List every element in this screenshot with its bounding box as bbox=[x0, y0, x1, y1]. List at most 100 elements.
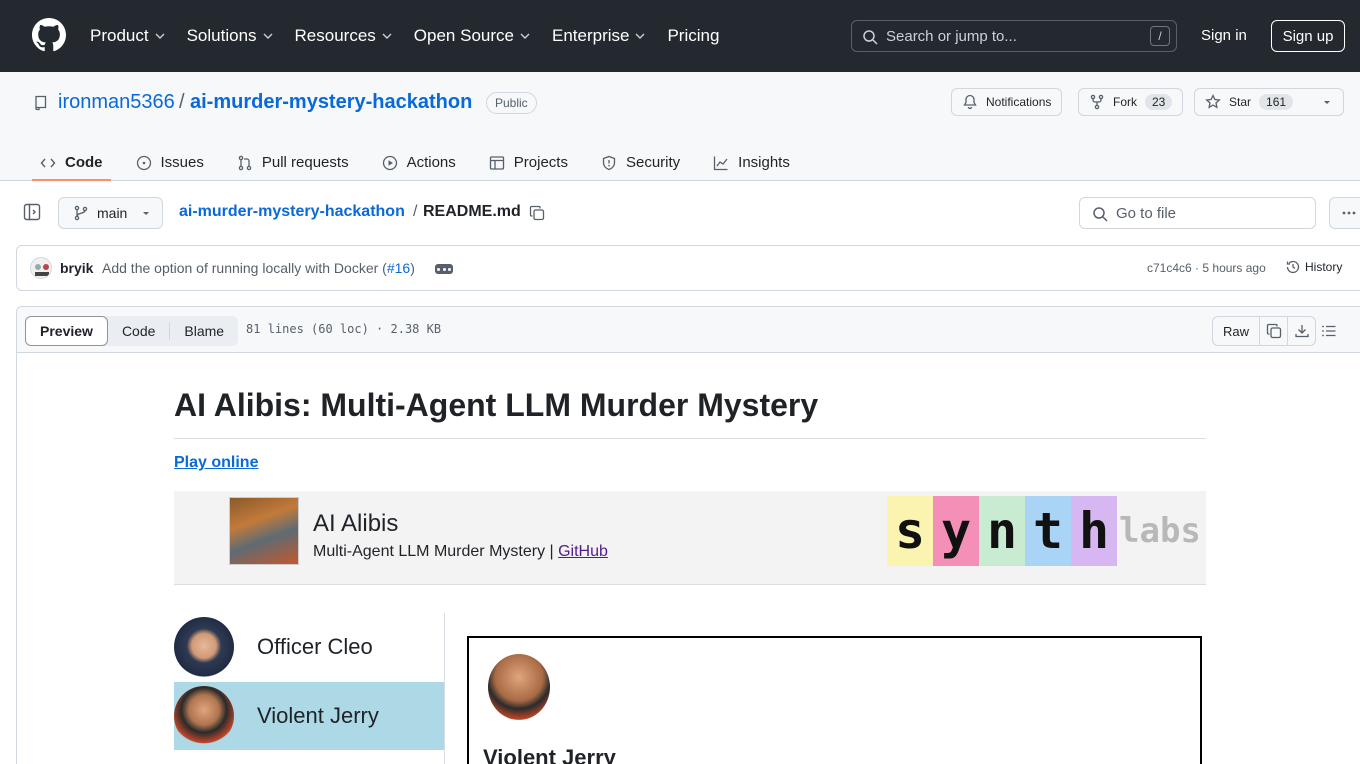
fork-count: 23 bbox=[1145, 94, 1173, 110]
view-mode-segmented-control: Preview Code Blame bbox=[25, 316, 239, 346]
nav-solutions-label: Solutions bbox=[186, 26, 257, 45]
github-logo-icon[interactable] bbox=[32, 18, 66, 52]
chevron-down-icon bbox=[520, 33, 530, 39]
tab-projects-label: Projects bbox=[513, 154, 568, 171]
tab-pull-requests[interactable]: Pull requests bbox=[229, 144, 357, 181]
search-input[interactable]: Search or jump to... / bbox=[851, 20, 1177, 52]
branch-selector[interactable]: main bbox=[58, 197, 163, 229]
tab-code[interactable]: Code bbox=[32, 144, 111, 181]
banner-subtitle-text: Multi-Agent LLM Murder Mystery | bbox=[313, 543, 559, 560]
commit-message[interactable]: Add the option of running locally with D… bbox=[102, 260, 415, 276]
graph-icon bbox=[714, 156, 728, 170]
avatar[interactable] bbox=[30, 257, 52, 279]
branch-icon bbox=[74, 205, 88, 221]
search-icon bbox=[1093, 207, 1108, 222]
star-count: 161 bbox=[1259, 94, 1294, 110]
history-icon bbox=[1286, 260, 1300, 274]
tab-actions[interactable]: Actions bbox=[374, 144, 464, 181]
nav-product[interactable]: Product bbox=[90, 26, 165, 46]
go-to-file-input[interactable]: Go to file bbox=[1079, 197, 1316, 229]
character-item-officer-cleo[interactable]: Officer Cleo bbox=[174, 613, 444, 681]
commit-sha[interactable]: c71c4c6 · 5 hours ago bbox=[1147, 261, 1266, 275]
download-button[interactable] bbox=[1288, 316, 1317, 346]
repo-path-separator: / bbox=[179, 91, 185, 113]
nav-enterprise[interactable]: Enterprise bbox=[552, 26, 645, 46]
commit-time: 5 hours ago bbox=[1202, 261, 1266, 275]
code-tab[interactable]: Code bbox=[108, 316, 169, 346]
logo-letter: y bbox=[933, 496, 979, 566]
logo-letter: s bbox=[887, 496, 933, 566]
file-info: 81 lines (60 loc) · 2.38 KB bbox=[246, 322, 442, 336]
blame-tab[interactable]: Blame bbox=[170, 316, 238, 346]
character-name: Violent Jerry bbox=[257, 703, 379, 728]
commit-pr-link[interactable]: #16 bbox=[387, 260, 410, 276]
copy-raw-button[interactable] bbox=[1260, 316, 1289, 346]
fork-button[interactable]: Fork 23 bbox=[1078, 88, 1184, 116]
repo-icon bbox=[35, 95, 47, 111]
caret-down-icon bbox=[1323, 101, 1330, 104]
tab-issues[interactable]: Issues bbox=[128, 144, 212, 181]
fork-icon bbox=[1090, 94, 1104, 110]
breadcrumb-repo-link[interactable]: ai-murder-mystery-hackathon bbox=[179, 203, 405, 221]
chevron-down-icon bbox=[635, 33, 645, 39]
latest-commit-bar: bryik Add the option of running locally … bbox=[16, 245, 1360, 291]
tab-security-label: Security bbox=[625, 154, 681, 171]
global-header: Product Solutions Resources Open Source … bbox=[0, 0, 1360, 72]
star-list-dropdown[interactable] bbox=[1310, 88, 1344, 116]
commit-separator: · bbox=[1195, 261, 1200, 275]
repo-owner-link[interactable]: ironman5366 bbox=[58, 91, 175, 114]
character-detail-name: Violent Jerry bbox=[483, 745, 616, 764]
outline-list-icon[interactable] bbox=[1321, 323, 1337, 339]
banner-subtitle: Multi-Agent LLM Murder Mystery | GitHub bbox=[313, 543, 608, 561]
avatar bbox=[488, 654, 550, 720]
chevron-down-icon bbox=[382, 33, 392, 39]
visibility-badge: Public bbox=[486, 92, 537, 114]
search-icon bbox=[863, 30, 878, 45]
logo-letter: t bbox=[1025, 496, 1071, 566]
raw-button[interactable]: Raw bbox=[1212, 316, 1261, 346]
table-icon bbox=[489, 155, 504, 170]
sidebar-toggle-icon[interactable] bbox=[23, 203, 41, 221]
commit-sha-value: c71c4c6 bbox=[1147, 261, 1192, 275]
chevron-down-icon bbox=[155, 33, 165, 39]
tab-projects[interactable]: Projects bbox=[481, 144, 576, 181]
nav-pricing[interactable]: Pricing bbox=[667, 26, 719, 46]
expand-commit-message-button[interactable] bbox=[435, 264, 453, 274]
go-to-file-placeholder: Go to file bbox=[1116, 204, 1177, 222]
tab-issues-label: Issues bbox=[160, 154, 204, 171]
notifications-button[interactable]: Notifications bbox=[951, 88, 1063, 116]
character-item-violent-jerry[interactable]: Violent Jerry bbox=[174, 682, 444, 750]
repo-name-link[interactable]: ai-murder-mystery-hackathon bbox=[190, 91, 472, 114]
breadcrumb-separator: / bbox=[413, 203, 418, 220]
commit-author[interactable]: bryik bbox=[60, 260, 93, 276]
star-button[interactable]: Star 161 bbox=[1194, 88, 1311, 116]
sign-in-link[interactable]: Sign in bbox=[1201, 27, 1247, 44]
nav-solutions[interactable]: Solutions bbox=[187, 26, 273, 46]
tab-security[interactable]: Security bbox=[593, 144, 688, 181]
preview-tab[interactable]: Preview bbox=[25, 316, 108, 346]
sign-up-button[interactable]: Sign up bbox=[1271, 20, 1345, 52]
commit-message-text: Add the option of running locally with D… bbox=[102, 260, 387, 276]
nav-product-label: Product bbox=[90, 26, 149, 45]
star-label: Star bbox=[1229, 95, 1252, 109]
search-shortcut-key: / bbox=[1150, 26, 1170, 46]
chevron-down-icon bbox=[263, 33, 273, 39]
file-toolbar: Preview Code Blame 81 lines (60 loc) · 2… bbox=[17, 307, 1360, 353]
commit-message-suffix: ) bbox=[410, 260, 415, 276]
code-icon bbox=[40, 158, 56, 167]
file-actions: Raw bbox=[1212, 316, 1317, 346]
play-online-link[interactable]: Play online bbox=[174, 454, 258, 472]
notifications-label: Notifications bbox=[986, 95, 1052, 109]
copy-path-icon[interactable] bbox=[529, 205, 545, 221]
history-button[interactable]: History bbox=[1285, 259, 1342, 275]
banner-title: AI Alibis bbox=[313, 510, 399, 537]
nav-open-source[interactable]: Open Source bbox=[414, 26, 530, 46]
tab-insights[interactable]: Insights bbox=[705, 144, 798, 181]
character-list: Officer Cleo Violent Jerry bbox=[174, 613, 445, 764]
nav-open-source-label: Open Source bbox=[413, 26, 514, 45]
more-options-button[interactable] bbox=[1329, 197, 1360, 229]
breadcrumb-file: README.md bbox=[423, 203, 521, 220]
nav-resources[interactable]: Resources bbox=[295, 26, 392, 46]
banner-github-link[interactable]: GitHub bbox=[558, 543, 608, 560]
nav-resources-label: Resources bbox=[294, 26, 376, 45]
